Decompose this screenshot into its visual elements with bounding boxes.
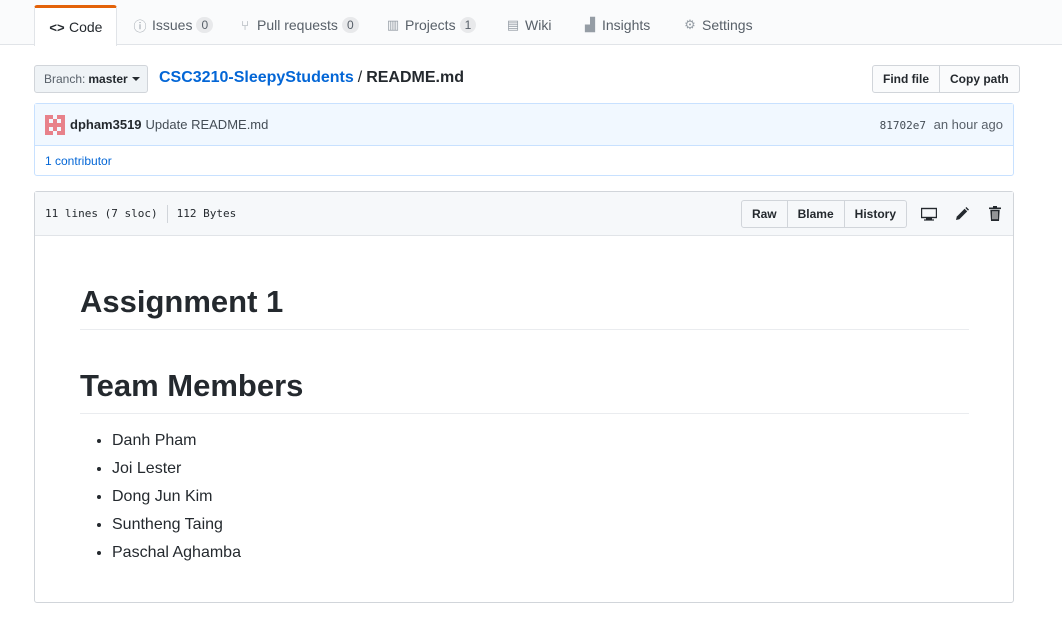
blame-button[interactable]: Blame bbox=[787, 199, 845, 228]
book-icon: ▤ bbox=[506, 17, 520, 32]
branch-label: Branch: bbox=[44, 72, 86, 86]
tab-issues[interactable]: ⓘ Issues 0 bbox=[132, 5, 214, 45]
contributors-link[interactable]: 1 contributor bbox=[35, 146, 1013, 176]
file-nav-button-group: Find file Copy path bbox=[872, 65, 1020, 93]
readme-content: Assignment 1 Team Members Danh Pham Joi … bbox=[80, 236, 969, 571]
tab-insights[interactable]: ▟ Insights bbox=[582, 5, 650, 45]
issue-opened-icon: ⓘ bbox=[133, 18, 147, 34]
commit-time: an hour ago bbox=[933, 117, 1003, 132]
list-item: Paschal Aghamba bbox=[112, 543, 969, 563]
graph-icon: ▟ bbox=[585, 17, 595, 32]
tab-pull-requests[interactable]: ⑂ Pull requests 0 bbox=[237, 5, 359, 45]
file-info-divider bbox=[166, 204, 168, 223]
pencil-icon[interactable] bbox=[954, 206, 970, 222]
list-item: Joi Lester bbox=[112, 459, 969, 479]
file-actions: Raw Blame History bbox=[740, 199, 1003, 228]
breadcrumb-file: README.md bbox=[366, 69, 464, 86]
issues-counter: 0 bbox=[196, 17, 214, 33]
file-header: 11 lines (7 sloc) 112 Bytes Raw Blame Hi… bbox=[35, 192, 1013, 236]
code-icon: <> bbox=[49, 19, 65, 35]
file-info: 11 lines (7 sloc) 112 Bytes bbox=[45, 204, 237, 223]
pull-requests-counter: 0 bbox=[341, 17, 359, 33]
device-desktop-icon[interactable] bbox=[921, 206, 937, 222]
tab-code[interactable]: <> Code bbox=[34, 5, 118, 46]
file-line-count: 11 lines (7 sloc) bbox=[45, 207, 158, 220]
file-button-group: Raw Blame History bbox=[740, 199, 907, 228]
gear-icon: ⚙ bbox=[684, 17, 696, 32]
breadcrumb-repo-link[interactable]: CSC3210-SleepyStudents bbox=[159, 69, 354, 86]
branch-select-button[interactable]: Branch: master bbox=[34, 65, 148, 93]
copy-path-button[interactable]: Copy path bbox=[940, 65, 1020, 93]
tab-wiki-label: Wiki bbox=[525, 17, 552, 33]
list-item: Suntheng Taing bbox=[112, 515, 969, 535]
raw-button[interactable]: Raw bbox=[740, 199, 788, 228]
readme-heading-assignment: Assignment 1 bbox=[80, 282, 969, 330]
file-box: 11 lines (7 sloc) 112 Bytes Raw Blame Hi… bbox=[34, 191, 1014, 603]
list-item: Dong Jun Kim bbox=[112, 487, 969, 507]
commit-message-link[interactable]: Update README.md bbox=[146, 117, 269, 132]
commit-author-link[interactable]: dpham3519 bbox=[70, 117, 142, 132]
branch-value: master bbox=[88, 72, 128, 86]
tab-code-label: Code bbox=[69, 19, 103, 35]
list-item: Danh Pham bbox=[112, 431, 969, 451]
file-size: 112 Bytes bbox=[176, 207, 237, 220]
repo-nav: <> Code ⓘ Issues 0 ⑂ Pull requests 0 ▥ P… bbox=[0, 0, 1062, 46]
readme-heading-team: Team Members bbox=[80, 366, 969, 414]
project-icon: ▥ bbox=[386, 17, 400, 32]
tab-settings[interactable]: ⚙ Settings bbox=[682, 5, 753, 45]
chevron-down-icon bbox=[131, 77, 140, 81]
commit-tease: dpham3519 Update README.md 81702e7 an ho… bbox=[34, 103, 1014, 176]
tab-pull-requests-label: Pull requests bbox=[257, 17, 338, 33]
git-pull-request-icon: ⑂ bbox=[241, 17, 249, 33]
tab-issues-label: Issues bbox=[152, 17, 193, 33]
tab-wiki[interactable]: ▤ Wiki bbox=[505, 5, 552, 45]
commit-sha-link[interactable]: 81702e7 bbox=[880, 119, 926, 132]
projects-counter: 1 bbox=[459, 17, 477, 33]
trashcan-icon[interactable] bbox=[987, 206, 1003, 222]
team-members-list: Danh Pham Joi Lester Dong Jun Kim Sunthe… bbox=[80, 431, 969, 563]
find-file-button[interactable]: Find file bbox=[872, 65, 940, 93]
commit-meta: 81702e7 an hour ago bbox=[880, 117, 1003, 132]
tab-projects-label: Projects bbox=[405, 17, 456, 33]
avatar[interactable] bbox=[45, 114, 65, 135]
history-button[interactable]: History bbox=[844, 199, 907, 228]
breadcrumb: CSC3210-SleepyStudents / README.md bbox=[159, 68, 464, 88]
commit-summary: dpham3519 Update README.md 81702e7 an ho… bbox=[35, 104, 1013, 146]
tab-insights-label: Insights bbox=[602, 17, 651, 33]
tab-settings-label: Settings bbox=[702, 17, 753, 33]
breadcrumb-separator: / bbox=[357, 69, 363, 86]
tab-projects[interactable]: ▥ Projects 1 bbox=[385, 5, 477, 45]
